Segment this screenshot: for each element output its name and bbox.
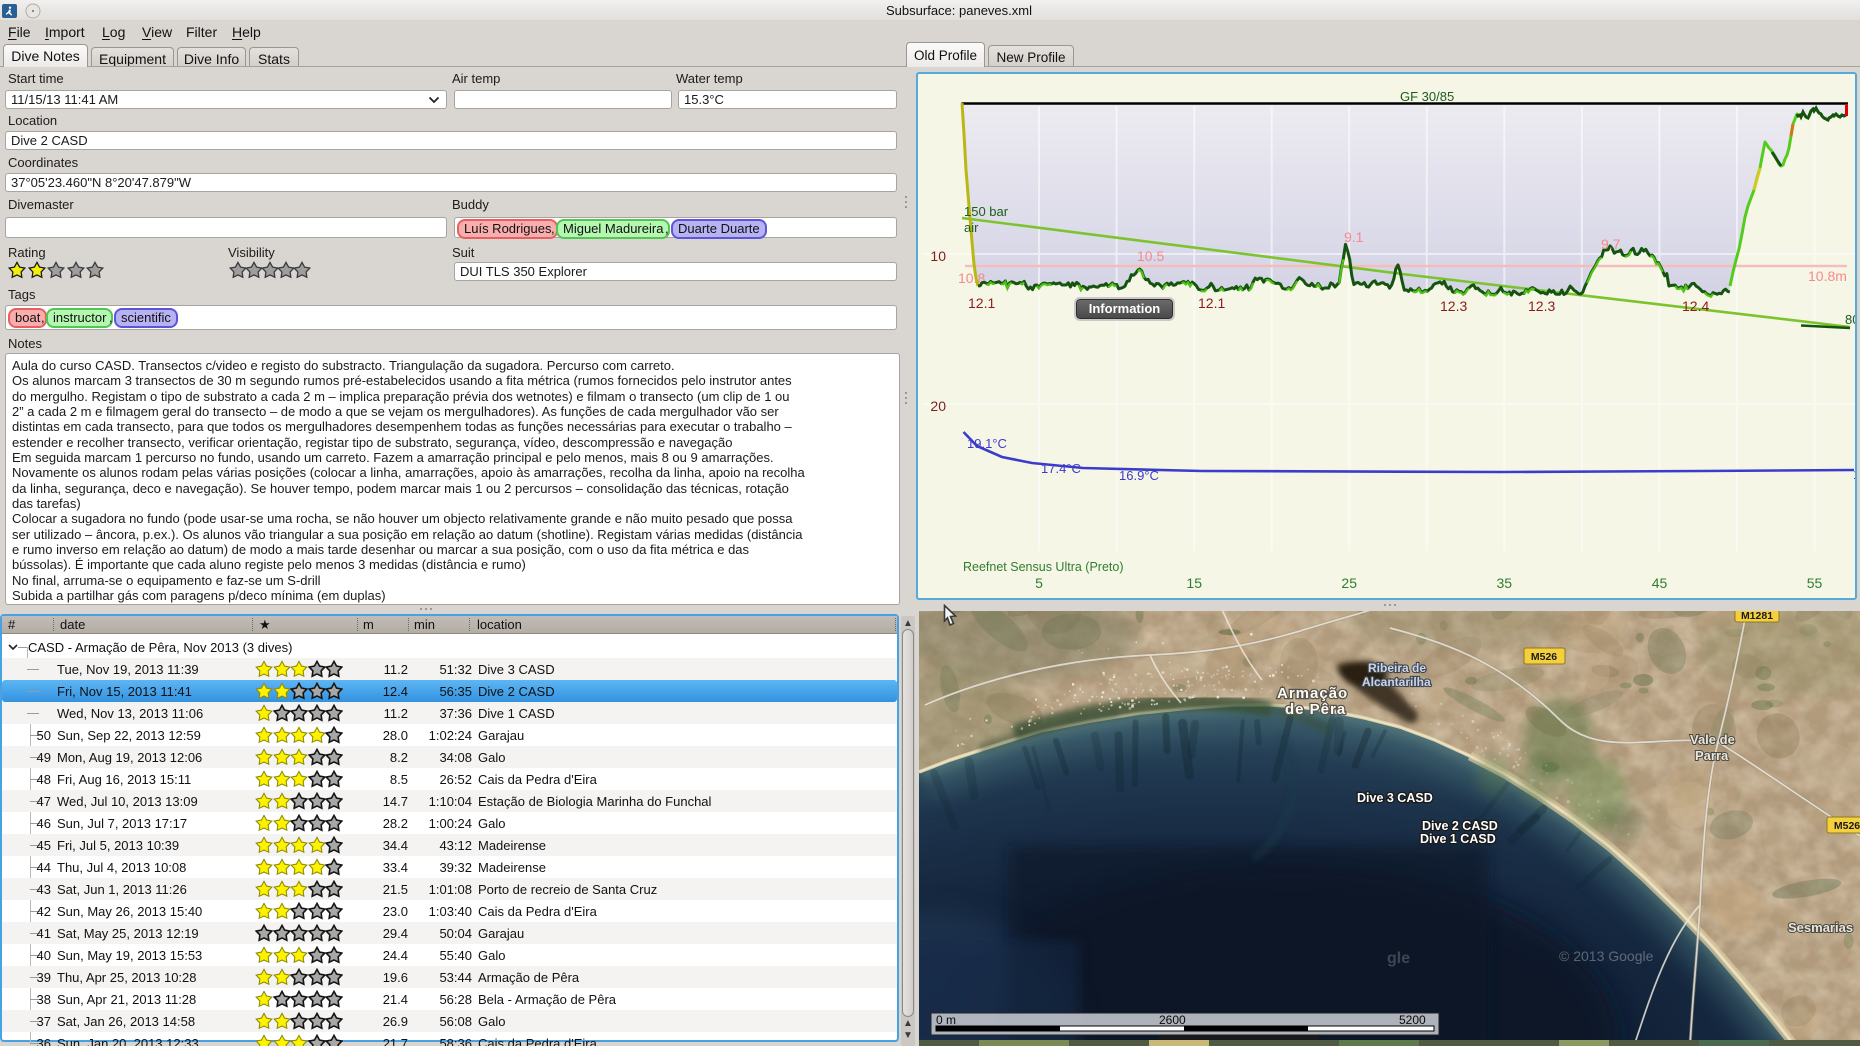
svg-text:16.9°C: 16.9°C xyxy=(1119,468,1159,483)
svg-text:10: 10 xyxy=(930,248,946,264)
svg-text:10.5: 10.5 xyxy=(1137,248,1164,264)
svg-text:Sesmarias: Sesmarias xyxy=(1788,920,1853,935)
svg-text:12.1: 12.1 xyxy=(1198,295,1225,311)
svg-text:Parra: Parra xyxy=(1695,748,1729,763)
svg-text:5: 5 xyxy=(1035,575,1043,591)
svg-text:Dive 3 CASD: Dive 3 CASD xyxy=(1357,791,1433,805)
svg-text:Alcantarilha: Alcantarilha xyxy=(1362,675,1431,689)
svg-text:M526: M526 xyxy=(1531,651,1557,663)
svg-text:55: 55 xyxy=(1807,575,1823,591)
svg-text:M1281: M1281 xyxy=(1741,611,1773,622)
svg-text:air: air xyxy=(964,220,979,235)
svg-text:20: 20 xyxy=(930,398,946,414)
svg-text:12.1: 12.1 xyxy=(968,295,995,311)
svg-text:Armação: Armação xyxy=(1277,685,1348,702)
svg-text:45: 45 xyxy=(1652,575,1668,591)
svg-text:17.4°C: 17.4°C xyxy=(1041,461,1081,476)
svg-text:© 2013 Google: © 2013 Google xyxy=(1559,948,1654,964)
svg-text:2600: 2600 xyxy=(1159,1013,1186,1027)
svg-text:Ribeira de: Ribeira de xyxy=(1368,661,1426,675)
svg-text:0 m: 0 m xyxy=(936,1013,956,1027)
svg-text:25: 25 xyxy=(1341,575,1357,591)
svg-text:9.7: 9.7 xyxy=(1601,236,1621,252)
svg-text:10.8m: 10.8m xyxy=(1808,268,1847,284)
svg-text:16: 16 xyxy=(1853,467,1857,482)
svg-text:Reefnet Sensus Ultra (Preto): Reefnet Sensus Ultra (Preto) xyxy=(963,560,1124,574)
svg-text:150 bar: 150 bar xyxy=(964,204,1009,219)
svg-text:35: 35 xyxy=(1497,575,1513,591)
svg-text:Vale de: Vale de xyxy=(1690,732,1735,747)
svg-text:de Pêra: de Pêra xyxy=(1285,701,1346,718)
svg-text:19.1°C: 19.1°C xyxy=(967,436,1007,451)
svg-text:Dive 2 CASD: Dive 2 CASD xyxy=(1422,819,1498,833)
svg-text:12.3: 12.3 xyxy=(1440,298,1467,314)
svg-text:12.3: 12.3 xyxy=(1528,298,1555,314)
svg-text:gle: gle xyxy=(1387,950,1410,967)
svg-text:80: 80 xyxy=(1845,312,1857,327)
svg-text:12.4: 12.4 xyxy=(1682,298,1709,314)
svg-text:Dive 1 CASD: Dive 1 CASD xyxy=(1420,832,1496,846)
svg-text:15: 15 xyxy=(1186,575,1202,591)
svg-text:5200: 5200 xyxy=(1399,1013,1426,1027)
svg-text:9.1: 9.1 xyxy=(1344,229,1364,245)
svg-text:M526: M526 xyxy=(1834,820,1860,832)
svg-text:GF 30/85: GF 30/85 xyxy=(1400,89,1454,104)
